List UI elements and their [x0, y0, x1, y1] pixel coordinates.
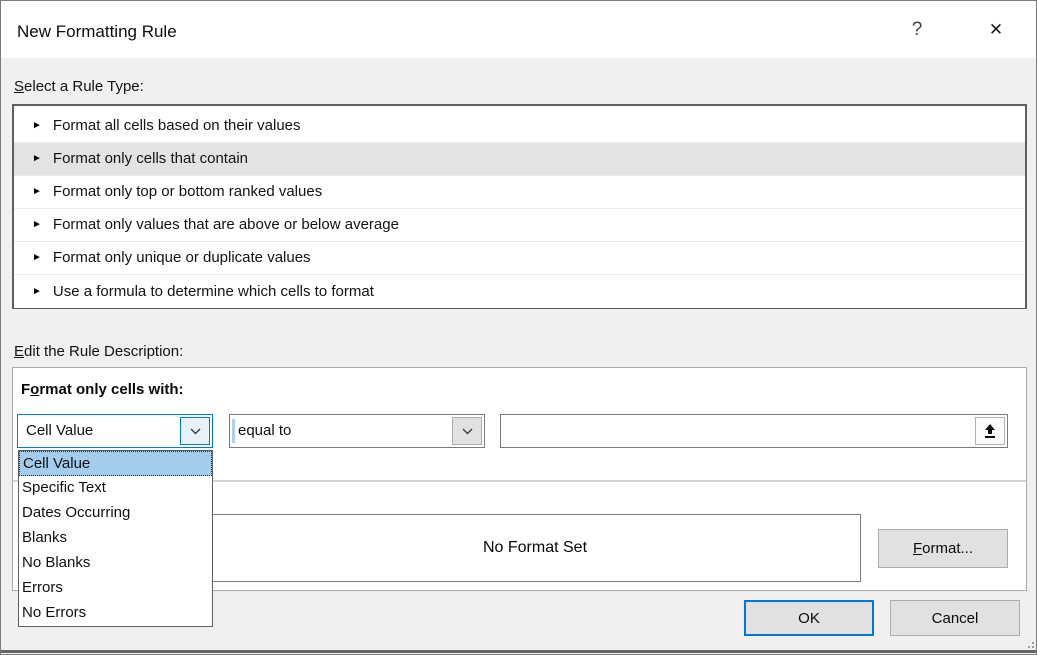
rule-type-item-selected[interactable]: ► Format only cells that contain [14, 143, 1025, 176]
dropdown-option[interactable]: No Blanks [19, 551, 212, 576]
range-select-up-arrow-icon [983, 424, 997, 439]
rule-pointer-icon: ► [32, 176, 42, 208]
rule-type-label: Format only values that are above or bel… [53, 209, 399, 241]
rule-type-label: Format only unique or duplicate values [53, 242, 311, 274]
operator-dropdown[interactable]: equal to [229, 414, 485, 448]
close-icon[interactable]: ✕ [973, 1, 1019, 58]
format-button-label: Format... [913, 540, 973, 557]
text-caret [232, 419, 235, 443]
chevron-down-icon [462, 428, 473, 435]
rule-type-label: Format all cells based on their values [53, 110, 301, 142]
collapse-dialog-button[interactable] [975, 417, 1005, 445]
condition-type-dropdown[interactable]: Cell Value [17, 414, 213, 448]
ok-button-label: OK [798, 610, 820, 627]
dropdown-option[interactable]: No Errors [19, 601, 212, 626]
dropdown-option[interactable]: Blanks [19, 526, 212, 551]
operator-value: equal to [238, 415, 291, 447]
cancel-button[interactable]: Cancel [890, 600, 1020, 636]
dropdown-option[interactable]: Errors [19, 576, 212, 601]
rule-type-item[interactable]: ► Format only values that are above or be… [14, 209, 1025, 242]
rule-pointer-icon: ► [32, 110, 42, 142]
rule-pointer-icon: ► [32, 242, 42, 274]
rule-type-item[interactable]: ► Format all cells based on their values [14, 110, 1025, 143]
ok-button[interactable]: OK [744, 600, 874, 636]
edit-rule-description-label: Edit the Rule Description: [14, 343, 183, 360]
rule-type-label: Format only cells that contain [53, 143, 248, 175]
rule-type-item[interactable]: ► Format only unique or duplicate values [14, 242, 1025, 275]
condition-dropdown-button[interactable] [180, 417, 210, 445]
rule-pointer-icon: ► [32, 143, 42, 175]
help-icon[interactable]: ? [894, 1, 940, 58]
title-bar: New Formatting Rule ? ✕ [1, 1, 1036, 58]
rule-type-item[interactable]: ► Format only top or bottom ranked values [14, 176, 1025, 209]
condition-type-options-list: Cell Value Specific Text Dates Occurring… [18, 450, 213, 627]
condition-type-value: Cell Value [26, 415, 93, 447]
resize-grip[interactable] [1024, 642, 1026, 644]
select-rule-type-label: Select a Rule Type: [14, 78, 144, 95]
format-preview-box: No Format Set [209, 514, 861, 582]
value-input[interactable] [500, 414, 1008, 448]
rule-type-list: ►Format all cells based on their values … [12, 104, 1027, 309]
operator-dropdown-button[interactable] [452, 417, 482, 445]
rule-pointer-icon: ► [32, 276, 42, 308]
new-formatting-rule-dialog: New Formatting Rule ? ✕ Select a Rule Ty… [0, 0, 1037, 655]
rule-type-label: Use a formula to determine which cells t… [53, 276, 374, 308]
format-button[interactable]: Format... [878, 529, 1008, 568]
chevron-down-icon [190, 428, 201, 435]
format-only-cells-with-label: Format only cells with: [21, 381, 184, 398]
rule-type-item[interactable]: ► Use a formula to determine which cells … [14, 275, 1025, 308]
preview-text: No Format Set [483, 539, 587, 557]
dialog-bottom-edge [1, 650, 1036, 653]
dropdown-option[interactable]: Specific Text [19, 476, 212, 501]
cancel-button-label: Cancel [932, 610, 979, 627]
dialog-title: New Formatting Rule [17, 22, 177, 42]
rule-type-label: Format only top or bottom ranked values [53, 176, 322, 208]
rule-pointer-icon: ► [32, 209, 42, 241]
dropdown-option-selected[interactable]: Cell Value [19, 451, 212, 476]
dropdown-option[interactable]: Dates Occurring [19, 501, 212, 526]
